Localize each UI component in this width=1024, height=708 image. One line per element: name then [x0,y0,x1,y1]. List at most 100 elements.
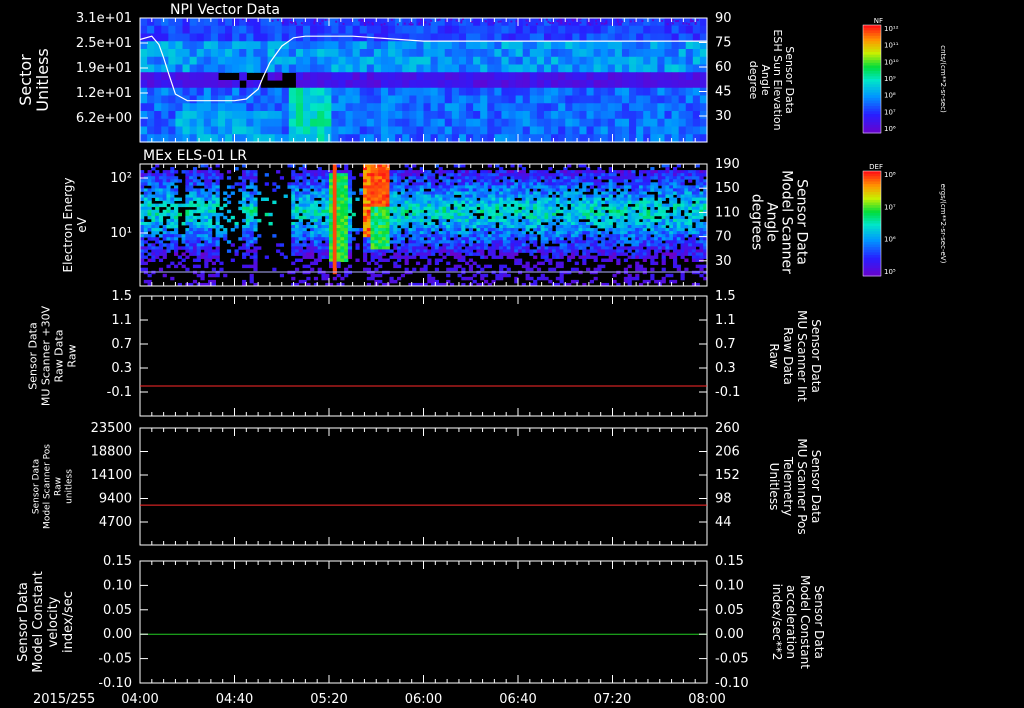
heat-cell [246,18,254,27]
heat-cell [412,234,417,238]
heat-cell [543,49,552,58]
heat-cell [203,25,212,35]
heat-cell [607,56,616,66]
heat-cell [181,170,186,174]
heat-cell [267,18,276,27]
heat-cell [472,218,477,223]
heat-cell [457,228,462,232]
heat-cell [643,72,651,81]
heat-cell [501,56,510,66]
heat-cell [397,237,402,241]
heat-cell [161,126,169,135]
heat-cell [385,212,390,217]
heat-cell [412,249,417,253]
heat-cell [267,72,276,81]
heat-cell [298,221,303,226]
heat-cell [419,203,424,208]
heat-cell [302,228,307,232]
heat-cell [192,170,198,174]
heat-cell [476,243,481,247]
heat-cell [366,206,371,211]
heat-cell [389,228,394,232]
heat-cell [559,203,564,208]
heat-cell [329,170,334,174]
heat-cell [380,134,389,143]
heat-cell [242,264,247,269]
heat-cell [313,170,319,174]
heat-cell [412,209,417,214]
heat-cell [200,209,205,214]
heat-cell [510,243,515,247]
heat-cell [563,246,568,250]
heat-cell [499,188,504,192]
heat-cell [219,206,224,211]
heat-cell [451,80,460,89]
heat-cell [657,41,666,50]
heat-cell [437,87,446,97]
heat-cell [685,111,694,120]
heat-cell [298,191,303,195]
heat-cell [446,249,451,253]
heat-cell [310,212,315,217]
heat-cell [642,194,647,198]
heat-cell [529,18,538,27]
heat-cell [249,209,254,214]
heat-cell [344,234,349,238]
heat-cell [446,182,451,186]
heat-cell [291,243,296,247]
heat-cell [359,191,364,195]
heat-cell [174,240,179,244]
heat-cell [359,111,368,120]
heat-cell [578,212,583,217]
heat-cell [249,200,254,205]
heat-cell [219,231,224,235]
heat-cell [692,134,701,143]
heat-cell [325,197,330,201]
heat-cell [608,203,613,208]
heat-cell [567,258,572,262]
heat-cell [570,243,576,247]
heat-cell [473,41,481,50]
heat-cell [158,197,164,201]
heat-cell [347,209,353,214]
heat-cell [559,237,564,241]
heat-cell [303,56,311,66]
heat-cell [370,167,375,171]
heat-cell [461,173,466,177]
heat-cell [151,203,156,208]
heat-cell [210,41,219,50]
heat-cell [155,246,160,250]
heat-cell [310,243,315,247]
heat-cell [638,194,644,198]
heat-cell [574,203,579,208]
heat-cell [397,249,402,253]
heat-cell [593,103,602,112]
heat-cell [699,18,708,27]
heat-cell [544,209,549,214]
heat-speck [313,22,316,25]
heat-cell [204,252,209,256]
heat-cell [515,49,524,58]
heat-cell [551,56,559,66]
heat-cell [393,221,398,226]
heat-cell [281,95,290,104]
heat-cell [692,80,701,89]
heat-cell [657,72,666,81]
heat-cell [529,72,538,81]
heat-cell [355,197,360,201]
heat-cell [239,72,247,81]
heat-cell [620,197,625,201]
heat-cell [161,72,169,81]
heat-cell [582,197,587,201]
heat-cell [514,252,519,256]
heat-cell [380,111,389,120]
heat-cell [140,261,145,266]
heat-cell [298,252,303,256]
heat-cell [219,176,224,180]
heat-cell [536,87,545,97]
panel-els-heatmap [140,164,708,287]
heat-cell [451,111,460,120]
heat-cell [253,176,258,180]
heat-cell [548,234,553,238]
heat-cell [253,225,258,229]
